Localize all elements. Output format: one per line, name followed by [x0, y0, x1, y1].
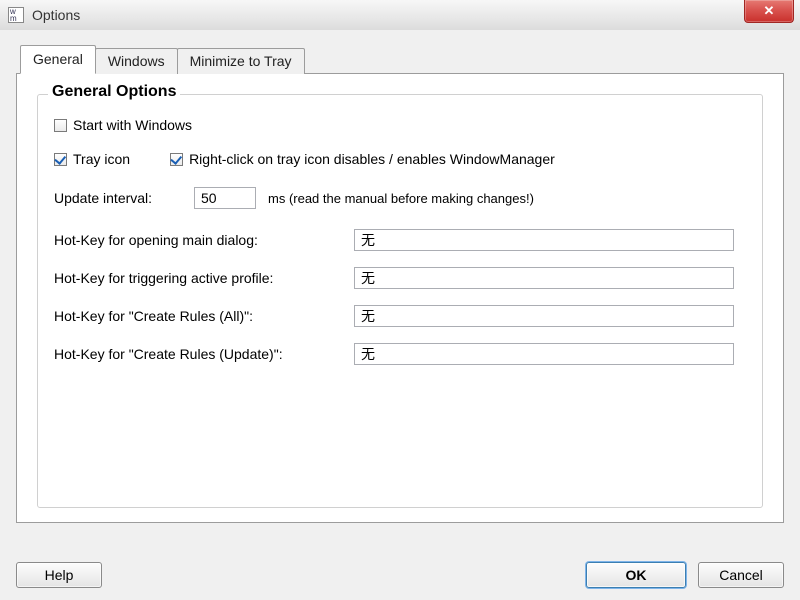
hotkey-create-all-label: Hot-Key for "Create Rules (All)":: [54, 308, 354, 324]
window-title: Options: [32, 7, 80, 23]
tab-windows[interactable]: Windows: [95, 48, 178, 74]
checkbox-label: Start with Windows: [73, 117, 192, 133]
hotkey-trigger-profile-input[interactable]: [354, 267, 734, 289]
hotkey-create-all-input[interactable]: [354, 305, 734, 327]
group-general-options: General Options Start with Windows Tray …: [37, 94, 763, 508]
hotkey-create-update-input[interactable]: [354, 343, 734, 365]
hotkey-create-update-label: Hot-Key for "Create Rules (Update)":: [54, 346, 354, 362]
titlebar: wm Options ✕: [0, 0, 800, 31]
checkbox-start-with-windows[interactable]: Start with Windows: [54, 117, 192, 133]
checkbox-label: Tray icon: [73, 151, 130, 167]
hotkey-trigger-profile-label: Hot-Key for triggering active profile:: [54, 270, 354, 286]
group-title: General Options: [48, 83, 180, 101]
checkbox-icon: [54, 153, 67, 166]
checkbox-label: Right-click on tray icon disables / enab…: [189, 151, 555, 167]
checkbox-icon: [170, 153, 183, 166]
tab-general[interactable]: General: [20, 45, 96, 74]
tab-minimize-to-tray[interactable]: Minimize to Tray: [177, 48, 305, 74]
help-button[interactable]: Help: [16, 562, 102, 588]
close-button[interactable]: ✕: [744, 0, 794, 23]
hotkey-open-main-input[interactable]: [354, 229, 734, 251]
tab-panel-general: General Options Start with Windows Tray …: [16, 73, 784, 523]
client-area: General Windows Minimize to Tray General…: [0, 30, 800, 600]
close-icon: ✕: [764, 3, 775, 19]
tab-strip: General Windows Minimize to Tray: [20, 44, 784, 73]
cancel-button[interactable]: Cancel: [698, 562, 784, 588]
checkbox-icon: [54, 119, 67, 132]
update-interval-label: Update interval:: [54, 190, 194, 206]
dialog-button-row: Help OK Cancel: [16, 562, 784, 588]
update-interval-input[interactable]: [194, 187, 256, 209]
checkbox-tray-icon[interactable]: Tray icon: [54, 151, 130, 167]
ok-button[interactable]: OK: [586, 562, 686, 588]
update-interval-suffix: ms (read the manual before making change…: [268, 191, 534, 206]
hotkey-open-main-label: Hot-Key for opening main dialog:: [54, 232, 354, 248]
checkbox-right-click-toggle[interactable]: Right-click on tray icon disables / enab…: [170, 151, 555, 167]
app-icon: wm: [8, 7, 24, 23]
